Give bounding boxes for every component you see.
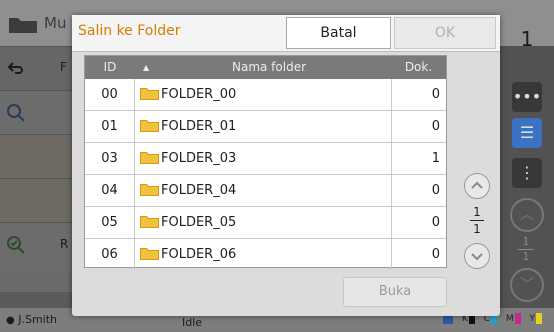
check-search-icon [7,236,25,254]
table-row[interactable]: 04 FOLDER_04 0 [85,175,446,207]
table-row[interactable]: 06 FOLDER_06 0 [85,239,446,270]
folder-name: FOLDER_01 [161,119,237,134]
folder-icon [140,216,159,228]
back-icon [7,62,23,74]
user-name: J.Smith [18,313,58,326]
column-header-id[interactable]: ID [85,56,135,79]
chevron-up-icon [471,181,483,189]
folder-icon [140,152,159,164]
folder-name: FOLDER_00 [161,87,237,102]
dots-icon: ••• [512,87,542,106]
vertical-dots-button[interactable]: ⋮ [512,158,542,188]
folder-id: 00 [85,79,135,110]
cancel-button[interactable]: Batal [286,17,391,49]
table-row[interactable]: 01 FOLDER_01 0 [85,111,446,143]
copy-to-folder-dialog: Salin ke Folder Batal OK ID ▲ Nama folde… [72,15,500,316]
check-row[interactable]: R [0,222,75,267]
folder-name-cell: FOLDER_04 [140,175,236,206]
chevron-down-icon [471,253,483,261]
folder-doc-count: 0 [391,239,446,270]
user-icon: ● [6,315,15,326]
search-icon [7,104,25,122]
dialog-header: Salin ke Folder Batal OK [72,15,500,52]
left-row [0,178,75,223]
folder-icon [140,248,159,260]
left-panel: F R [0,46,75,292]
folder-doc-count: 0 [391,111,446,142]
folder-table: ID ▲ Nama folder Dok. 00 FOLDER_00 0 01 … [84,55,447,270]
left-row [0,134,75,179]
folder-name: FOLDER_05 [161,215,237,230]
table-row[interactable]: 03 FOLDER_03 1 [85,143,446,175]
right-scroll-up[interactable]: ︿ [510,198,544,232]
folder-name-cell: FOLDER_06 [140,239,236,270]
table-row[interactable]: 00 FOLDER_00 0 [85,79,446,111]
folder-name-cell: FOLDER_00 [140,79,236,110]
folder-icon [140,88,159,100]
list-icon: ☰ [519,123,535,142]
left-label-r: R [60,237,69,251]
list-view-button[interactable]: ☰ [512,118,542,148]
folder-name: FOLDER_06 [161,247,237,262]
folder-doc-count: 0 [391,175,446,206]
vertical-dots-icon: ⋮ [519,163,535,182]
table-row[interactable]: 05 FOLDER_05 0 [85,207,446,239]
chevron-up-icon: ︿ [520,207,534,223]
right-pager: 1 1 [514,236,538,263]
folder-icon [9,18,37,33]
open-button[interactable]: Buka [343,277,447,307]
current-page: 1 [473,205,481,219]
page-indicator: 1 1 [462,205,492,236]
folder-doc-count: 0 [391,79,446,110]
folder-name-cell: FOLDER_03 [140,143,236,174]
search-row[interactable] [0,90,75,135]
folder-doc-count: 0 [391,207,446,238]
folder-id: 04 [85,175,135,206]
column-header-name[interactable]: Nama folder [147,56,391,79]
folder-name: FOLDER_04 [161,183,237,198]
folder-id: 05 [85,207,135,238]
folder-icon [140,184,159,196]
folder-id: 06 [85,239,135,270]
table-header: ID ▲ Nama folder Dok. [85,56,446,79]
right-scroll-down[interactable]: ﹀ [510,268,544,302]
chevron-down-icon: ﹀ [520,277,534,293]
folder-name-cell: FOLDER_01 [140,111,236,142]
total-pages: 1 [473,222,481,236]
app-title: Mu [44,14,67,32]
status-text: Idle [182,316,203,329]
folder-id: 03 [85,143,135,174]
column-header-docs[interactable]: Dok. [391,56,446,79]
left-label-f: F [60,60,67,74]
back-row[interactable]: F [0,46,75,91]
folder-name: FOLDER_03 [161,151,237,166]
right-panel: ••• ☰ ⋮ ︿ 1 1 ﹀ [500,46,554,308]
more-menu-button[interactable]: ••• [512,82,542,112]
user-indicator: ● J.Smith [6,313,57,326]
scroll-up-button[interactable] [464,173,490,199]
folder-icon [140,120,159,132]
folder-name-cell: FOLDER_05 [140,207,236,238]
folder-id: 01 [85,111,135,142]
scroll-down-button[interactable] [464,243,490,269]
ok-button[interactable]: OK [394,17,496,49]
folder-doc-count: 1 [391,143,446,174]
dialog-title: Salin ke Folder [78,23,181,39]
